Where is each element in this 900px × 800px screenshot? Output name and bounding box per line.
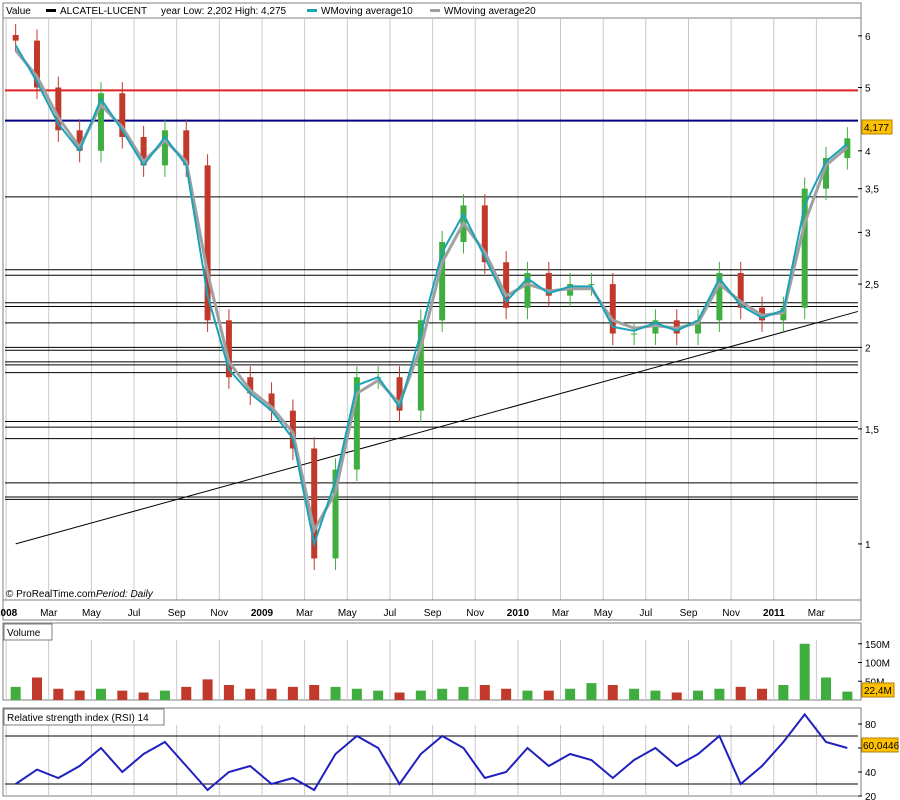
time-tick-label: 2011 xyxy=(763,608,785,619)
price-badge: 4,177 xyxy=(864,123,889,134)
volume-y-axis: 150M100M50M xyxy=(858,640,890,688)
price-candle xyxy=(12,34,19,41)
rsi-y-tick-label: 40 xyxy=(865,768,877,779)
volume-bar xyxy=(10,686,21,700)
volume-bar xyxy=(543,690,554,700)
volume-bar xyxy=(735,686,746,700)
rsi-y-tick-label: 80 xyxy=(865,720,877,731)
volume-bar xyxy=(522,690,533,700)
volume-bar xyxy=(117,690,128,700)
price-y-tick-label: 6 xyxy=(865,32,871,43)
time-tick-label: Mar xyxy=(552,608,570,619)
time-tick-label: Sep xyxy=(424,608,442,619)
time-tick-label: Nov xyxy=(722,608,740,619)
volume-bar xyxy=(821,677,832,700)
volume-badge: 22,4M xyxy=(864,686,892,697)
volume-bar xyxy=(373,690,384,700)
time-tick-label: 2010 xyxy=(507,608,530,619)
volume-bar xyxy=(565,688,576,700)
time-tick-label: Sep xyxy=(168,608,186,619)
price-y-tick-label: 1 xyxy=(865,540,871,551)
volume-bar xyxy=(607,685,618,700)
time-tick-label: 2009 xyxy=(251,608,274,619)
volume-bar xyxy=(31,677,42,700)
volume-bar xyxy=(629,688,640,700)
time-tick-label: May xyxy=(594,608,613,619)
volume-bar xyxy=(309,685,320,700)
volume-bar xyxy=(650,690,661,700)
price-y-tick-label: 5 xyxy=(865,84,871,95)
volume-bar xyxy=(266,688,277,700)
time-tick-label: Jul xyxy=(639,608,652,619)
volume-bar xyxy=(458,686,469,700)
time-tick-label: Sep xyxy=(680,608,698,619)
volume-bar xyxy=(501,688,512,700)
ma10-swatch xyxy=(307,9,317,12)
volume-bar xyxy=(74,690,85,700)
volume-bar xyxy=(693,690,704,700)
volume-bar xyxy=(415,690,426,700)
volume-bar xyxy=(671,692,682,700)
price-y-tick-label: 4 xyxy=(865,147,871,158)
volume-bar xyxy=(245,688,256,700)
rsi-title: Relative strength index (RSI) 14 xyxy=(7,713,149,724)
ma10-legend: WMoving average10 xyxy=(321,6,413,17)
time-tick-label: May xyxy=(338,608,357,619)
time-tick-label: Mar xyxy=(40,608,58,619)
volume-bar xyxy=(95,688,106,700)
volume-bar xyxy=(223,685,234,700)
time-tick-label: Jul xyxy=(384,608,397,619)
volume-bar xyxy=(586,683,597,700)
volume-bar xyxy=(202,679,213,700)
ticker-name: ALCATEL-LUCENT xyxy=(60,6,147,17)
volume-bar xyxy=(778,685,789,700)
volume-bar xyxy=(159,690,170,700)
volume-bar xyxy=(351,688,362,700)
volume-title: Volume xyxy=(7,628,41,639)
time-tick-label: 2008 xyxy=(0,608,18,619)
volume-bar xyxy=(181,686,192,700)
volume-bar xyxy=(842,691,853,700)
volume-bar xyxy=(437,688,448,700)
volume-y-tick-label: 150M xyxy=(865,640,890,651)
time-tick-label: May xyxy=(82,608,101,619)
price-y-tick-label: 1,5 xyxy=(865,425,879,436)
volume-panel xyxy=(2,622,862,701)
chart-canvas: 6 5 4 3,5 3 2,5 2 1,5 1 Value ALCATEL-LUCENT yea… xyxy=(0,2,900,800)
year-range: year Low: 2,202 High: 4,275 xyxy=(161,6,287,17)
volume-bar xyxy=(714,688,725,700)
rsi-y-tick-label: 20 xyxy=(865,792,877,800)
price-candle xyxy=(631,333,638,335)
volume-y-tick-label: 100M xyxy=(865,659,890,670)
credit-text: © ProRealTime.com xyxy=(6,589,96,600)
price-y-tick-label: 3 xyxy=(865,228,871,239)
price-y-tick-label: 3,5 xyxy=(865,185,879,196)
volume-bar xyxy=(330,686,341,700)
time-tick-label: Jul xyxy=(128,608,141,619)
time-tick-label: Nov xyxy=(466,608,484,619)
volume-bar xyxy=(799,643,810,700)
time-tick-label: Nov xyxy=(210,608,228,619)
period-text: Period: Daily xyxy=(96,589,154,600)
volume-bar xyxy=(757,688,768,700)
price-y-tick-label: 2 xyxy=(865,343,871,354)
time-tick-label: Mar xyxy=(296,608,314,619)
volume-bar xyxy=(479,685,490,700)
value-label: Value xyxy=(6,6,31,17)
ma20-legend: WMoving average20 xyxy=(444,6,536,17)
ticker-swatch xyxy=(46,9,56,12)
volume-bar xyxy=(53,688,64,700)
time-tick-label: Mar xyxy=(808,608,826,619)
volume-bar xyxy=(394,692,405,700)
volume-bar xyxy=(138,692,149,700)
price-candle xyxy=(588,284,595,286)
price-y-tick-label: 2,5 xyxy=(865,280,879,291)
ma20-swatch xyxy=(430,9,440,12)
volume-bar xyxy=(287,686,298,700)
rsi-badge: 60,0446 xyxy=(863,741,900,752)
